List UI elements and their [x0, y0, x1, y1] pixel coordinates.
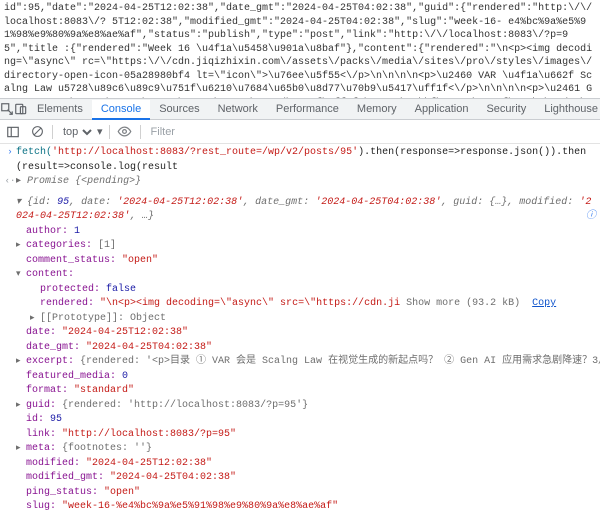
console-return-line: ‹· ▸ Promise {<pending>}	[0, 175, 600, 190]
separator	[140, 125, 141, 139]
tab-network[interactable]: Network	[209, 99, 267, 119]
prop-date[interactable]: date: "2024-04-25T12:02:38"	[16, 326, 600, 341]
devtools-tabbar: Elements Console Sources Network Perform…	[0, 98, 600, 120]
prop-featured-media[interactable]: featured_media: 0	[16, 370, 600, 385]
console-toolbar: top ▾	[0, 120, 600, 144]
tab-performance[interactable]: Performance	[267, 99, 348, 119]
tab-application[interactable]: Application	[406, 99, 478, 119]
tab-security[interactable]: Security	[477, 99, 535, 119]
tab-console[interactable]: Console	[92, 100, 150, 120]
prop-meta[interactable]: ▸meta: {footnotes: ''}	[16, 442, 600, 457]
live-expression-icon[interactable]	[116, 123, 134, 141]
prop-content-rendered[interactable]: rendered: "\n<p><img decoding=\"async\" …	[16, 297, 600, 312]
object-tree: author: 1 ▸categories: [1] comment_statu…	[0, 225, 600, 511]
prompt-icon: ›	[4, 146, 16, 159]
prop-guid[interactable]: ▸guid: {rendered: 'http://localhost:8083…	[16, 399, 600, 414]
prop-date-gmt[interactable]: date_gmt: "2024-04-25T04:02:38"	[16, 341, 600, 356]
tab-lighthouse[interactable]: Lighthouse	[535, 99, 600, 119]
prop-categories[interactable]: ▸categories: [1]	[16, 239, 600, 254]
prop-id[interactable]: id: 95	[16, 413, 600, 428]
separator	[52, 125, 53, 139]
prop-excerpt[interactable]: ▸excerpt: {rendered: '<p>目录 ① VAR 会是 Sca…	[16, 355, 600, 370]
tab-elements[interactable]: Elements	[28, 99, 92, 119]
filter-input[interactable]	[147, 124, 596, 140]
separator	[109, 125, 110, 139]
prop-link[interactable]: link: "http://localhost:8083/?p=95"	[16, 428, 600, 443]
console-input-line[interactable]: › fetch('http://localhost:8083/?rest_rou…	[0, 146, 600, 175]
prop-modified[interactable]: modified: "2024-04-25T12:02:38"	[16, 457, 600, 472]
device-toolbar-icon[interactable]	[14, 102, 28, 116]
context-selector[interactable]: top	[59, 125, 95, 139]
prop-content-protected[interactable]: protected: false	[16, 283, 600, 298]
copy-link[interactable]: Copy	[532, 298, 556, 309]
prop-format[interactable]: format: "standard"	[16, 384, 600, 399]
prop-slug[interactable]: slug: "week-16-%e4%bc%9a%e5%91%98%e9%80%…	[16, 500, 600, 511]
prop-content-proto[interactable]: ▸[[Prototype]]: Object	[16, 312, 600, 327]
chevron-down-icon: ▾	[97, 125, 103, 138]
prop-ping-status[interactable]: ping_status: "open"	[16, 486, 600, 501]
prop-comment-status[interactable]: comment_status: "open"	[16, 254, 600, 269]
return-icon: ‹·	[4, 175, 16, 188]
clear-console-icon[interactable]	[28, 123, 46, 141]
prop-modified-gmt[interactable]: modified_gmt: "2024-04-25T04:02:38"	[16, 471, 600, 486]
object-summary[interactable]: ▾ {id: 95, date: '2024-04-25T12:02:38', …	[0, 196, 600, 225]
page-raw-json: id":95,"date":"2024-04-25T12:02:38","dat…	[0, 0, 600, 98]
inspect-icon[interactable]	[0, 102, 14, 116]
prop-author[interactable]: author: 1	[16, 225, 600, 240]
console-output: › fetch('http://localhost:8083/?rest_rou…	[0, 144, 600, 511]
prop-content[interactable]: ▾content:	[16, 268, 600, 283]
tab-memory[interactable]: Memory	[348, 99, 406, 119]
sidebar-toggle-icon[interactable]	[4, 123, 22, 141]
tab-sources[interactable]: Sources	[150, 99, 208, 119]
